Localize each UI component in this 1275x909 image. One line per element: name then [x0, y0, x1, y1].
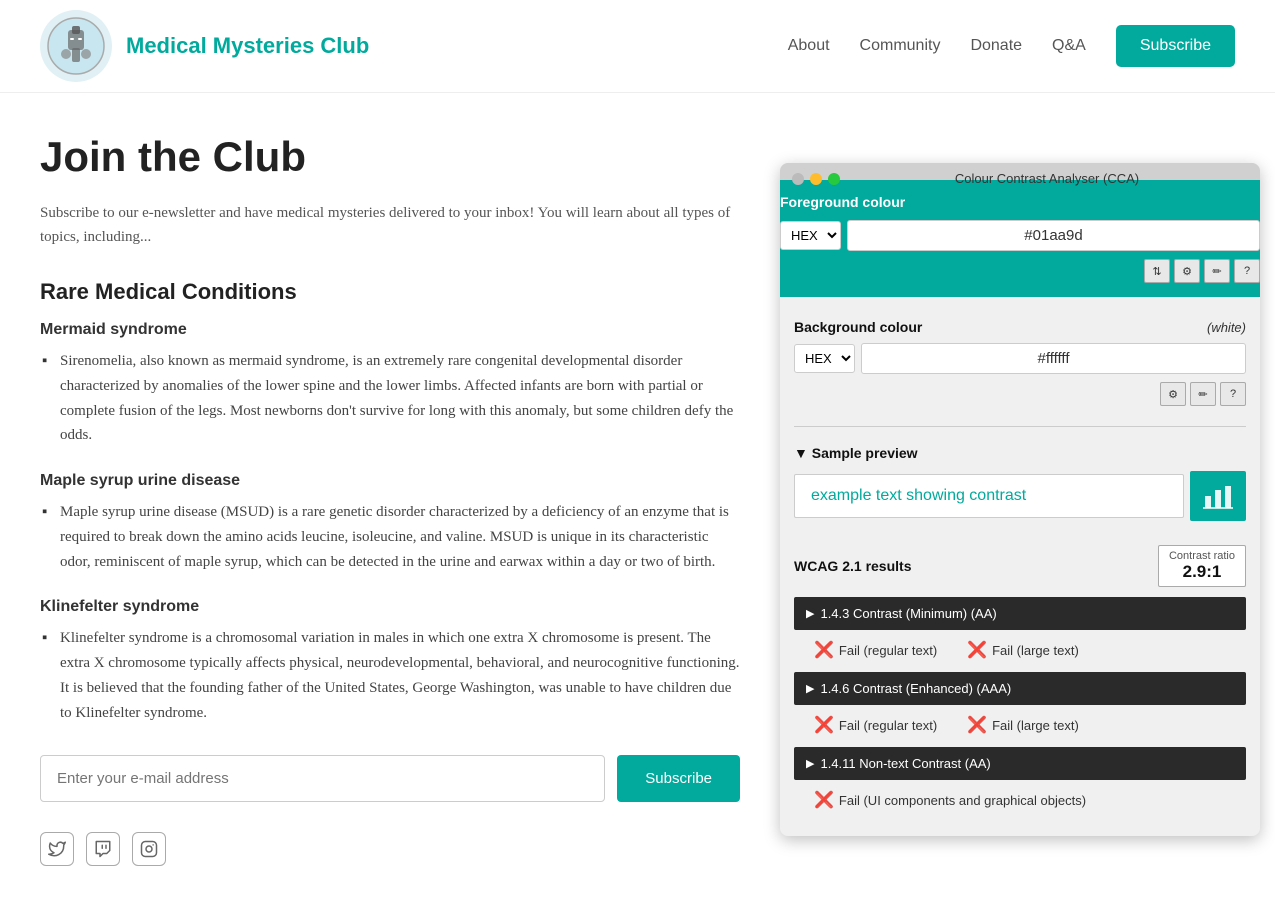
site-header: Medical Mysteries Club About Community D… — [0, 0, 1275, 93]
cca-bg-input-row: HEX — [794, 343, 1246, 374]
cca-fg-icon-row: ⇅ ⚙ ✏ ? — [780, 259, 1260, 283]
social-icons — [40, 832, 740, 866]
cca-row-143-arrow: ▶ — [806, 607, 814, 620]
condition-title-3: Klinefelter syndrome — [40, 598, 740, 616]
cca-sample-header: ▼ Sample preview — [794, 445, 1246, 461]
cca-result-row-143[interactable]: ▶ 1.4.3 Contrast (Minimum) (AA) — [794, 597, 1246, 630]
cca-bg-white-label: (white) — [1207, 320, 1246, 335]
twitter-icon[interactable] — [40, 832, 74, 866]
cca-contrast-ratio-label: Contrast ratio — [1169, 550, 1235, 562]
cca-fail-row-1411: ❌ Fail (UI components and graphical obje… — [794, 784, 1246, 816]
site-title: Medical Mysteries Club — [126, 33, 369, 59]
cca-sample-chart-btn[interactable] — [1190, 471, 1246, 521]
cca-fail-row-143: ❌ Fail (regular text) ❌ Fail (large text… — [794, 634, 1246, 666]
cca-dot-maximize[interactable] — [828, 173, 840, 185]
cca-bg-settings-btn[interactable]: ⚙ — [1160, 382, 1186, 406]
instagram-icon[interactable] — [132, 832, 166, 866]
cca-fg-settings-btn[interactable]: ⚙ — [1174, 259, 1200, 283]
cca-results-section: WCAG 2.1 results Contrast ratio 2.9:1 ▶ … — [780, 545, 1260, 836]
condition-title-1: Mermaid syndrome — [40, 321, 740, 339]
cca-contrast-ratio-value: 2.9:1 — [1169, 562, 1235, 582]
section-title: Rare Medical Conditions — [40, 279, 740, 305]
cca-row-146-label: 1.4.6 Contrast (Enhanced) (AAA) — [820, 681, 1011, 696]
cca-fail-label-143-regular: Fail (regular text) — [839, 643, 937, 658]
email-subscribe-button[interactable]: Subscribe — [617, 755, 740, 802]
cca-sample-text: example text showing contrast — [794, 474, 1184, 518]
cca-row-1411-arrow: ▶ — [806, 757, 814, 770]
cca-fail-143-regular: ❌ Fail (regular text) — [814, 640, 937, 660]
condition-desc-1: Sirenomelia, also known as mermaid syndr… — [40, 349, 740, 448]
cca-sample-section: ▼ Sample preview example text showing co… — [780, 437, 1260, 545]
twitch-icon[interactable] — [86, 832, 120, 866]
cca-result-row-1411[interactable]: ▶ 1.4.11 Non-text Contrast (AA) — [794, 747, 1246, 780]
cca-fg-hex-input[interactable] — [847, 220, 1260, 251]
cca-fail-icon-143-large: ❌ — [967, 640, 987, 660]
cca-divider — [794, 426, 1246, 427]
cca-fg-format-select[interactable]: HEX — [780, 221, 841, 250]
cca-fail-143-large: ❌ Fail (large text) — [967, 640, 1079, 660]
cca-dot-close[interactable] — [792, 173, 804, 185]
cca-fg-label: Foreground colour — [780, 194, 1260, 210]
cca-bg-label: Background colour — [794, 319, 922, 335]
condition-block-2: Maple syrup urine disease Maple syrup ur… — [40, 472, 740, 574]
cca-bg-section: Background colour (white) HEX ⚙ ✏ ? — [780, 309, 1260, 416]
cca-wcag-row: WCAG 2.1 results Contrast ratio 2.9:1 — [794, 545, 1246, 587]
cca-title: Colour Contrast Analyser (CCA) — [846, 171, 1248, 186]
cca-fail-label-146-large: Fail (large text) — [992, 718, 1079, 733]
logo-image — [40, 10, 112, 82]
cca-fail-label-1411-ui: Fail (UI components and graphical object… — [839, 793, 1086, 808]
cca-bg-eyedropper-btn[interactable]: ✏ — [1190, 382, 1216, 406]
cca-row-1411-label: 1.4.11 Non-text Contrast (AA) — [820, 756, 990, 771]
cca-bg-format-select[interactable]: HEX — [794, 344, 855, 373]
cca-sample-preview: example text showing contrast — [794, 471, 1246, 521]
cca-fail-icon-146-large: ❌ — [967, 715, 987, 735]
left-content: Join the Club Subscribe to our e-newslet… — [40, 133, 740, 866]
email-form: Subscribe — [40, 755, 740, 802]
cca-contrast-box: Contrast ratio 2.9:1 — [1158, 545, 1246, 587]
nav-community[interactable]: Community — [860, 37, 941, 55]
intro-text: Subscribe to our e-newsletter and have m… — [40, 201, 740, 249]
condition-list-3: Klinefelter syndrome is a chromosomal va… — [40, 626, 740, 725]
nav-donate[interactable]: Donate — [970, 37, 1022, 55]
email-input[interactable] — [40, 755, 605, 802]
cca-dot-minimize[interactable] — [810, 173, 822, 185]
cca-bg-header: Background colour (white) — [794, 319, 1246, 335]
page-title: Join the Club — [40, 133, 740, 181]
cca-fail-row-146: ❌ Fail (regular text) ❌ Fail (large text… — [794, 709, 1246, 741]
cca-bg-help-btn[interactable]: ? — [1220, 382, 1246, 406]
cca-bg-hex-input[interactable] — [861, 343, 1246, 374]
cca-fail-146-regular: ❌ Fail (regular text) — [814, 715, 937, 735]
nav-qa[interactable]: Q&A — [1052, 37, 1086, 55]
cca-row-143-label: 1.4.3 Contrast (Minimum) (AA) — [820, 606, 996, 621]
main-nav: About Community Donate Q&A Subscribe — [788, 25, 1235, 67]
cca-fg-help-btn[interactable]: ? — [1234, 259, 1260, 283]
cca-fail-label-146-regular: Fail (regular text) — [839, 718, 937, 733]
cca-fail-1411-ui: ❌ Fail (UI components and graphical obje… — [814, 790, 1086, 810]
condition-desc-2: Maple syrup urine disease (MSUD) is a ra… — [40, 500, 740, 574]
cca-fail-label-143-large: Fail (large text) — [992, 643, 1079, 658]
cca-result-row-146[interactable]: ▶ 1.4.6 Contrast (Enhanced) (AAA) — [794, 672, 1246, 705]
condition-block-3: Klinefelter syndrome Klinefelter syndrom… — [40, 598, 740, 725]
header-subscribe-button[interactable]: Subscribe — [1116, 25, 1235, 67]
main-layout: Join the Club Subscribe to our e-newslet… — [0, 93, 1275, 906]
cca-fail-icon-1411-ui: ❌ — [814, 790, 834, 810]
cca-fg-swap-btn[interactable]: ⇅ — [1144, 259, 1170, 283]
cca-bg-icon-row: ⚙ ✏ ? — [794, 382, 1246, 406]
cca-fg-eyedropper-btn[interactable]: ✏ — [1204, 259, 1230, 283]
condition-list-1: Sirenomelia, also known as mermaid syndr… — [40, 349, 740, 448]
condition-list-2: Maple syrup urine disease (MSUD) is a ra… — [40, 500, 740, 574]
logo-area: Medical Mysteries Club — [40, 10, 369, 82]
cca-fg-input-row: HEX — [780, 220, 1260, 251]
cca-fail-146-large: ❌ Fail (large text) — [967, 715, 1079, 735]
condition-title-2: Maple syrup urine disease — [40, 472, 740, 490]
condition-block-1: Mermaid syndrome Sirenomelia, also known… — [40, 321, 740, 448]
nav-about[interactable]: About — [788, 37, 830, 55]
cca-fg-section: Foreground colour HEX ⇅ ⚙ ✏ ? — [780, 180, 1260, 297]
cca-row-146-arrow: ▶ — [806, 682, 814, 695]
cca-panel: Colour Contrast Analyser (CCA) Foregroun… — [780, 163, 1260, 836]
cca-wcag-label: WCAG 2.1 results — [794, 558, 911, 574]
condition-desc-3: Klinefelter syndrome is a chromosomal va… — [40, 626, 740, 725]
cca-fail-icon-146-regular: ❌ — [814, 715, 834, 735]
cca-fail-icon-143-regular: ❌ — [814, 640, 834, 660]
